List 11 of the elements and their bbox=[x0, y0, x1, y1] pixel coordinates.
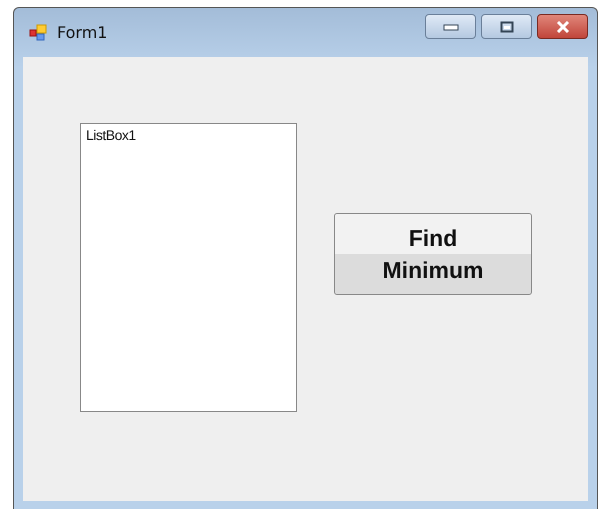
maximize-icon bbox=[500, 20, 514, 32]
minimize-icon bbox=[442, 22, 458, 30]
list-box[interactable]: ListBox1 bbox=[80, 123, 297, 412]
find-minimum-button[interactable]: Find Minimum bbox=[334, 213, 532, 295]
window-title: Form1 bbox=[57, 23, 108, 42]
close-icon bbox=[554, 20, 570, 32]
maximize-button[interactable] bbox=[481, 14, 532, 39]
minimize-button[interactable] bbox=[425, 14, 476, 39]
list-item[interactable]: ListBox1 bbox=[86, 127, 291, 143]
app-icon bbox=[29, 22, 49, 42]
close-button[interactable] bbox=[537, 14, 588, 39]
